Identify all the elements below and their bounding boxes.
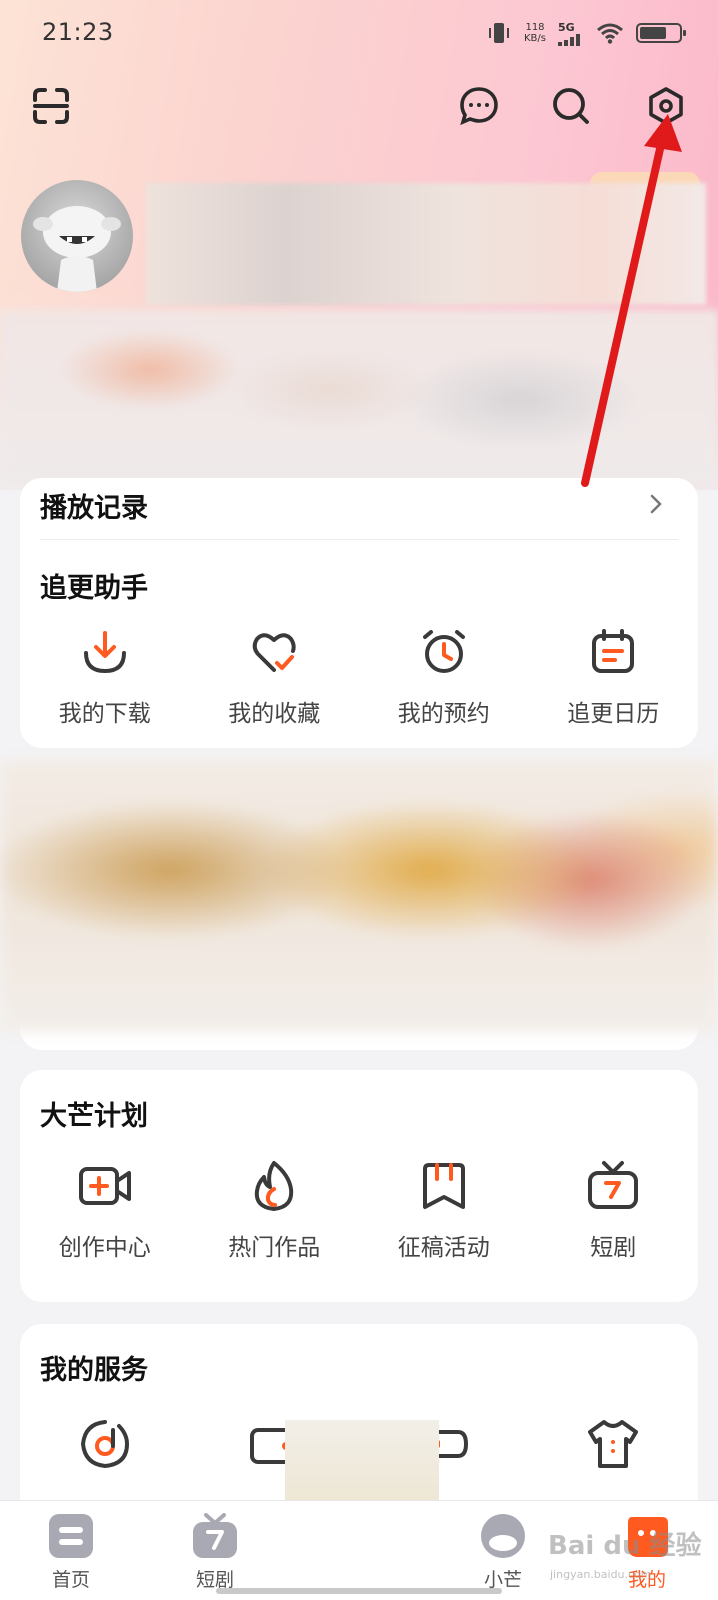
- grid-item-favorite[interactable]: 我的收藏: [190, 624, 360, 728]
- vibrate-icon: [489, 23, 509, 43]
- grid-item-creation-center[interactable]: 创作中心: [20, 1158, 190, 1262]
- grid-item-service-1[interactable]: [20, 1416, 190, 1472]
- search-button[interactable]: [549, 84, 593, 128]
- follow-helper-grid: 我的下载 我的收藏 我的预约 追更日历: [20, 624, 698, 728]
- favorite-icon: [253, 633, 296, 672]
- wifi-icon: [597, 23, 623, 44]
- net-speed-value: 118: [525, 22, 545, 33]
- damang-plan-card: 大芒计划 创作中心 热门作品 征稿活动 短剧: [20, 1070, 698, 1302]
- short-drama-tab-icon: [193, 1513, 237, 1558]
- message-icon: [460, 87, 498, 126]
- history-row[interactable]: 播放记录: [40, 478, 678, 540]
- fire-icon: [255, 1161, 294, 1211]
- grid-item-label: 我的下载: [58, 701, 151, 727]
- home-indicator: [216, 1588, 502, 1594]
- baidu-watermark-url: jingyan.baidu.com: [550, 1568, 652, 1581]
- history-label: 播放记录: [40, 493, 148, 524]
- tv-icon: [588, 1161, 639, 1209]
- grid-item-label: 创作中心: [58, 1235, 151, 1261]
- music-disc-icon: [80, 1420, 129, 1469]
- grid-item-hot-works[interactable]: 热门作品: [190, 1158, 360, 1262]
- profile-stats-blurred: [0, 310, 718, 485]
- scan-button[interactable]: [29, 84, 73, 128]
- damang-plan-title: 大芒计划: [40, 1101, 148, 1132]
- scan-icon: [33, 88, 69, 124]
- my-services-title: 我的服务: [40, 1355, 148, 1386]
- grid-item-reservation[interactable]: 我的预约: [359, 624, 529, 728]
- profile-info-blurred: [146, 183, 706, 305]
- grid-item-short-drama[interactable]: 短剧: [529, 1158, 699, 1262]
- download-icon: [83, 631, 126, 673]
- nav-item-home[interactable]: 首页: [21, 1501, 121, 1600]
- battery-icon: [636, 23, 686, 43]
- status-time: 21:23: [42, 18, 114, 46]
- follow-helper-card: 播放记录 追更助手 我的下载 我的收藏 我的预约 追更日历: [20, 478, 698, 748]
- baidu-watermark: Bai du 经验: [548, 1531, 702, 1561]
- status-bar: 21:23 118 KB/s 5G: [0, 0, 718, 64]
- damang-plan-grid: 创作中心 热门作品 征稿活动 短剧: [20, 1158, 698, 1262]
- search-icon: [553, 88, 589, 124]
- tshirt-icon: [588, 1420, 639, 1468]
- home-tab-icon: [49, 1514, 93, 1558]
- network-type: 5G: [558, 20, 575, 34]
- nav-item-xiaomang[interactable]: 小芒: [453, 1501, 553, 1600]
- grid-item-service-4[interactable]: [529, 1416, 699, 1472]
- settings-icon: [649, 87, 683, 125]
- grid-item-label: 追更日历: [567, 701, 660, 727]
- grid-item-label: 我的预约: [397, 701, 490, 727]
- grid-item-label: 热门作品: [228, 1235, 321, 1261]
- bookmark-icon: [422, 1163, 465, 1209]
- net-speed: 118 KB/s: [524, 22, 546, 44]
- nav-label: 首页: [51, 1569, 90, 1591]
- message-button[interactable]: [457, 84, 501, 128]
- status-icons: 118 KB/s 5G: [486, 18, 686, 48]
- alarm-icon: [422, 630, 465, 673]
- signal-icon: [558, 33, 580, 46]
- grid-item-label: 短剧: [590, 1235, 637, 1261]
- calendar-icon: [592, 629, 635, 673]
- robot-avatar-icon: [33, 206, 121, 292]
- grid-item-label: 我的收藏: [228, 701, 321, 727]
- grid-item-download[interactable]: 我的下载: [20, 624, 190, 728]
- chevron-right-icon: [650, 494, 662, 514]
- video-add-icon: [78, 1167, 131, 1205]
- nav-item-short-drama[interactable]: 短剧: [165, 1501, 265, 1600]
- net-speed-unit: KB/s: [524, 33, 546, 44]
- promo-banner-blurred[interactable]: [0, 760, 718, 1032]
- grid-item-label: 征稿活动: [397, 1235, 490, 1261]
- xiaomang-tab-icon: [481, 1514, 525, 1558]
- grid-item-submission-event[interactable]: 征稿活动: [359, 1158, 529, 1262]
- settings-button[interactable]: [644, 84, 688, 128]
- grid-item-calendar[interactable]: 追更日历: [529, 624, 699, 728]
- follow-helper-title: 追更助手: [40, 573, 148, 604]
- avatar[interactable]: [21, 180, 133, 292]
